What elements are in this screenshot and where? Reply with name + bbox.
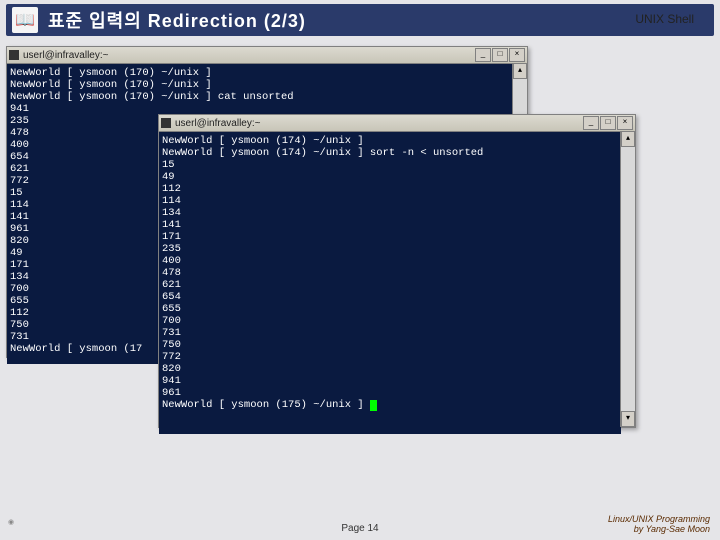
terminal-2-titlebar: userl@infravalley:~ _ □ × xyxy=(159,115,635,132)
credit-line-1: Linux/UNIX Programming xyxy=(608,514,710,524)
terminal-1-buttons: _ □ × xyxy=(475,48,525,62)
header-right-label: UNIX Shell xyxy=(635,12,694,26)
footer: ◉ Page 14 Linux/UNIX Programming by Yang… xyxy=(0,514,720,534)
slide-title-bar: 📖 표준 입력의 Redirection (2/3) xyxy=(6,4,714,36)
title-icon: 📖 xyxy=(12,7,38,33)
terminal-1-titlebar: userl@infravalley:~ _ □ × xyxy=(7,47,527,64)
page-number: Page 14 xyxy=(341,523,378,534)
scroll-down-button[interactable]: ▾ xyxy=(621,411,635,427)
close-button[interactable]: × xyxy=(509,48,525,62)
terminal-2-buttons: _ □ × xyxy=(583,116,633,130)
close-button[interactable]: × xyxy=(617,116,633,130)
scroll-up-button[interactable]: ▴ xyxy=(513,63,527,79)
footer-logo: ◉ xyxy=(8,518,58,534)
terminal-2-content: NewWorld [ ysmoon (174) ~/unix ] NewWorl… xyxy=(159,132,621,434)
terminal-2-scrollbar[interactable]: ▴ ▾ xyxy=(620,131,635,427)
terminal-icon xyxy=(161,118,171,128)
minimize-button[interactable]: _ xyxy=(583,116,599,130)
credit-line-2: by Yang-Sae Moon xyxy=(608,524,710,534)
terminal-icon xyxy=(9,50,19,60)
terminal-window-2: userl@infravalley:~ _ □ × NewWorld [ ysm… xyxy=(158,114,636,428)
minimize-button[interactable]: _ xyxy=(475,48,491,62)
footer-credit: Linux/UNIX Programming by Yang-Sae Moon xyxy=(608,514,710,534)
slide-title: 표준 입력의 Redirection (2/3) xyxy=(48,7,306,33)
scroll-track[interactable] xyxy=(621,147,635,411)
terminal-2-title: userl@infravalley:~ xyxy=(175,118,260,129)
scroll-up-button[interactable]: ▴ xyxy=(621,131,635,147)
maximize-button[interactable]: □ xyxy=(492,48,508,62)
maximize-button[interactable]: □ xyxy=(600,116,616,130)
terminal-1-title: userl@infravalley:~ xyxy=(23,50,108,61)
